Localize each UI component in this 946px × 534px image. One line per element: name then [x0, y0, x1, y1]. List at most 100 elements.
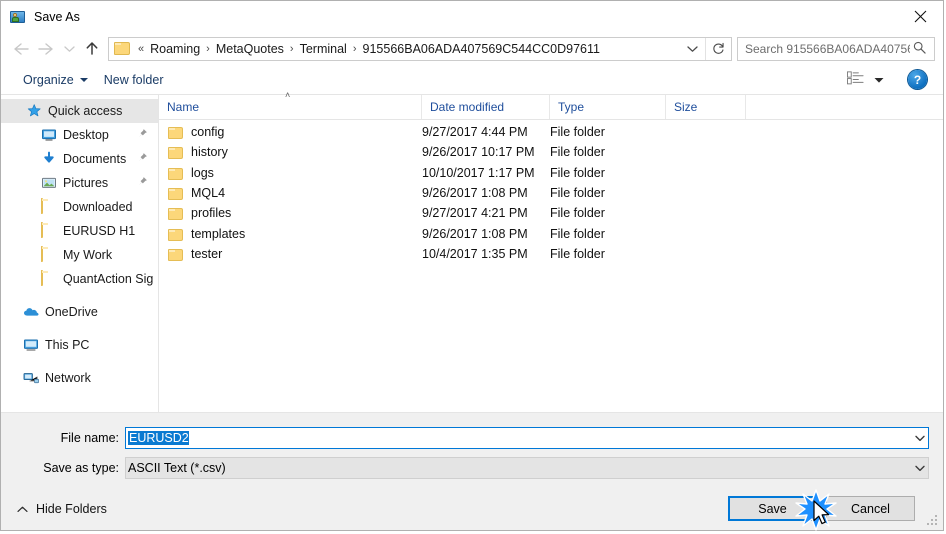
sidebar-item-label: My Work — [63, 248, 113, 262]
table-row[interactable]: templates 9/26/2017 1:08 PM File folder — [159, 223, 943, 243]
dialog-body: Quick access Desktop Documents Pictures … — [1, 91, 943, 413]
pin-icon[interactable] — [137, 152, 154, 166]
help-icon[interactable]: ? — [908, 70, 927, 89]
sidebar-item-label: Desktop — [63, 128, 109, 142]
sidebar-item-quick-access[interactable]: Quick access — [1, 99, 158, 123]
sidebar-item-downloaded[interactable]: Downloaded — [1, 195, 158, 219]
column-header-name[interactable]: ˄ Name — [159, 91, 422, 119]
save-as-dialog: Save As « Roaming › MetaQuotes › Termina… — [0, 0, 944, 531]
pictures-icon — [41, 175, 57, 191]
folder-icon — [168, 127, 183, 140]
file-name-value[interactable]: EURUSD2 — [126, 431, 911, 445]
sidebar-item-pictures[interactable]: Pictures — [1, 171, 158, 195]
table-row[interactable]: history 9/26/2017 10:17 PM File folder — [159, 142, 943, 162]
column-header-label: Size — [674, 100, 698, 114]
file-name-dropdown-icon[interactable] — [911, 435, 928, 442]
folder-icon — [168, 228, 183, 241]
address-bar[interactable]: « Roaming › MetaQuotes › Terminal › 9155… — [108, 36, 732, 61]
up-button[interactable] — [79, 36, 105, 62]
file-date: 9/26/2017 1:08 PM — [422, 226, 528, 241]
network-icon — [23, 370, 39, 386]
save-as-type-value: ASCII Text (*.csv) — [128, 461, 226, 475]
title-bar: Save As — [1, 1, 943, 32]
file-list: ˄ Name Date modified Type Size config 9/… — [159, 91, 943, 412]
recent-locations-button[interactable] — [59, 36, 79, 62]
sidebar-item-label: Quick access — [48, 104, 123, 118]
file-name-cell: logs — [159, 166, 422, 180]
file-name: tester — [191, 246, 223, 261]
file-name-cell: templates — [159, 227, 422, 241]
pin-icon[interactable] — [137, 176, 154, 190]
view-dropdown-icon[interactable] — [870, 69, 894, 91]
new-folder-button[interactable]: New folder — [96, 70, 172, 90]
sidebar-item-eurusd-h1[interactable]: EURUSD H1 — [1, 219, 158, 243]
breadcrumb-item-roaming[interactable]: Roaming — [148, 40, 202, 58]
breadcrumb-item-terminal-id[interactable]: 915566BA06ADA407569C544CC0D97611 — [361, 40, 682, 58]
navigation-pane: Quick access Desktop Documents Pictures … — [1, 95, 159, 412]
search-input[interactable]: Search 915566BA06ADA40756... — [738, 42, 910, 56]
file-name: MQL4 — [191, 186, 226, 201]
desktop-icon — [41, 127, 57, 143]
search-box[interactable]: Search 915566BA06ADA40756... — [737, 36, 935, 61]
sidebar-item-network[interactable]: Network — [1, 366, 158, 390]
folder-icon — [168, 167, 183, 180]
cancel-button[interactable]: Cancel — [826, 496, 915, 521]
search-icon — [910, 41, 934, 57]
breadcrumb-overflow[interactable]: « — [134, 43, 148, 55]
save-button[interactable]: Save — [728, 496, 817, 521]
dialog-footer: Hide Folders Save Cancel — [1, 487, 943, 530]
sidebar-item-label: QuantAction Signal — [63, 272, 154, 286]
sidebar-item-label: Pictures — [63, 176, 109, 190]
sidebar-item-my-work[interactable]: My Work — [1, 243, 158, 267]
sidebar-item-onedrive[interactable]: OneDrive — [1, 300, 158, 324]
file-date: 9/27/2017 4:21 PM — [422, 206, 528, 221]
file-name-cell: config — [159, 125, 422, 140]
table-row[interactable]: tester 10/4/2017 1:35 PM File folder — [159, 244, 943, 264]
column-header-size[interactable]: Size — [666, 95, 746, 119]
view-list-icon[interactable] — [841, 67, 868, 92]
breadcrumb-item-metaquotes[interactable]: MetaQuotes — [214, 40, 286, 58]
breadcrumb-item-terminal[interactable]: Terminal — [298, 40, 349, 58]
sidebar-item-documents[interactable]: Documents — [1, 147, 158, 171]
column-header-date-modified[interactable]: Date modified — [422, 95, 550, 119]
file-name-cell: tester — [159, 247, 422, 261]
sort-ascending-icon: ˄ — [285, 90, 291, 100]
folder-icon — [41, 222, 57, 239]
table-row[interactable]: MQL4 9/26/2017 1:08 PM File folder — [159, 183, 943, 203]
table-row[interactable]: config 9/27/2017 4:44 PM File folder — [159, 122, 943, 142]
file-type: File folder — [550, 246, 605, 261]
new-folder-label: New folder — [103, 72, 164, 87]
file-name-input[interactable]: EURUSD2 — [125, 427, 929, 449]
save-as-type-dropdown-icon[interactable] — [911, 465, 928, 472]
file-name: profiles — [191, 206, 232, 221]
column-header-type[interactable]: Type — [550, 95, 666, 119]
file-type: File folder — [550, 165, 605, 180]
table-row[interactable]: logs 10/10/2017 1:17 PM File folder — [159, 163, 943, 183]
organize-button[interactable]: Organize — [15, 70, 96, 90]
resize-grip-icon[interactable] — [927, 515, 939, 527]
sidebar-item-this-pc[interactable]: This PC — [1, 333, 158, 357]
folder-icon — [41, 198, 57, 215]
folder-icon — [41, 270, 57, 287]
forward-button[interactable] — [33, 36, 59, 62]
file-name: config — [191, 125, 225, 140]
back-button[interactable] — [7, 36, 33, 62]
refresh-icon[interactable] — [705, 37, 731, 60]
table-row[interactable]: profiles 9/27/2017 4:21 PM File folder — [159, 203, 943, 223]
pin-icon[interactable] — [137, 128, 154, 142]
breadcrumb-separator: › — [352, 42, 357, 55]
organize-label: Organize — [23, 72, 74, 87]
save-as-type-select[interactable]: ASCII Text (*.csv) — [125, 457, 929, 479]
sidebar-item-desktop[interactable]: Desktop — [1, 123, 158, 147]
breadcrumb-separator: › — [289, 42, 294, 55]
file-date: 9/26/2017 1:08 PM — [422, 186, 528, 201]
hide-folders-button[interactable]: Hide Folders — [13, 502, 107, 516]
sidebar-item-label: Network — [45, 371, 91, 385]
sidebar-item-quantaction-signal[interactable]: QuantAction Signal — [1, 267, 158, 291]
folder-icon — [168, 188, 183, 201]
breadcrumb-separator: › — [206, 42, 210, 55]
file-name-cell: history — [159, 145, 422, 160]
address-dropdown-icon[interactable] — [682, 42, 705, 56]
close-icon[interactable] — [897, 1, 943, 31]
column-header-label: Name — [167, 100, 200, 114]
